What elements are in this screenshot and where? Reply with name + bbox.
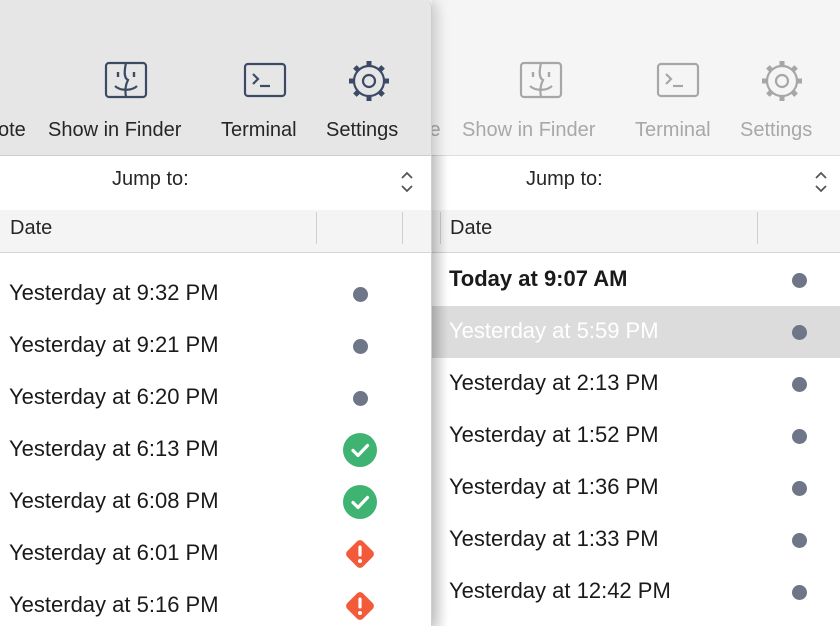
table-header: Date [432,210,840,253]
terminal-label: Terminal [221,119,297,141]
show-in-finder-label: Show in Finder [462,119,596,141]
foreground-window: ote Show in Finder Terminal Settings Jum… [0,0,432,626]
terminal-icon [655,58,701,104]
status-dot-icon [352,286,368,302]
table-header: Date [0,210,431,253]
table-row[interactable]: Yesterday at 12:42 PM [432,566,840,618]
table-row[interactable]: Yesterday at 6:20 PM [0,372,431,424]
column-date-header[interactable]: Date [450,217,492,240]
table-row[interactable]: Yesterday at 5:16 PM [0,580,431,626]
table-row[interactable]: Yesterday at 2:13 PM [432,358,840,410]
row-date: Yesterday at 1:36 PM [449,474,659,499]
terminal-label: Terminal [635,119,711,141]
show-in-finder-label: Show in Finder [48,119,182,141]
settings-label: Settings [740,119,813,141]
terminal-icon [242,58,288,104]
status-dot-icon [352,390,368,406]
toolbar-partial-label[interactable]: te [432,119,441,142]
jump-to-label: Jump to: [112,168,189,190]
table-row[interactable]: Yesterday at 5:59 PM [432,306,840,358]
row-date: Yesterday at 1:52 PM [449,422,659,447]
row-date: Yesterday at 9:32 PM [9,280,219,305]
column-date-header[interactable]: Date [10,217,52,240]
gear-icon [346,58,392,104]
status-dot-icon [791,272,807,288]
chevron-updown-icon [813,168,829,196]
status-dot-icon [791,324,807,340]
row-date: Yesterday at 6:20 PM [9,384,219,409]
column-separator [402,212,403,244]
row-date: Yesterday at 6:13 PM [9,436,219,461]
toolbar: te Show in Finder T [432,0,840,156]
table-row[interactable]: Today at 9:07 AM [432,254,840,306]
table-row[interactable]: Yesterday at 6:08 PM [0,476,431,528]
row-date: Yesterday at 5:16 PM [9,592,219,617]
finder-icon [518,58,564,104]
column-separator [757,212,758,244]
toolbar: ote Show in Finder Terminal Settings [0,0,431,156]
status-dot-icon [791,532,807,548]
status-dot-icon [791,376,807,392]
row-date: Yesterday at 6:08 PM [9,488,219,513]
status-dot-icon [791,480,807,496]
jump-to-label: Jump to: [526,168,603,190]
gear-icon [759,58,805,104]
background-window: te Show in Finder T [432,0,840,626]
row-date: Yesterday at 6:01 PM [9,540,219,565]
table-row[interactable]: Yesterday at 1:33 PM [432,514,840,566]
settings-label: Settings [326,119,399,141]
column-separator [316,212,317,244]
status-dot-icon [352,338,368,354]
row-date: Yesterday at 1:33 PM [449,526,659,551]
status-dot-icon [791,428,807,444]
finder-icon [103,58,149,104]
column-separator [440,212,441,244]
warning-diamond-icon [342,588,378,624]
jump-to-popup[interactable]: Jump to: [0,156,431,210]
table-row[interactable]: Yesterday at 1:52 PM [432,410,840,462]
table-row[interactable]: Yesterday at 9:21 PM [0,320,431,372]
warning-diamond-icon [342,536,378,572]
jump-to-popup[interactable]: Jump to: [432,156,840,210]
row-date: Today at 9:07 AM [449,266,628,291]
checkmark-circle-icon [343,485,377,519]
row-date: Yesterday at 2:13 PM [449,370,659,395]
table-row[interactable]: Yesterday at 6:01 PM [0,528,431,580]
row-date: Yesterday at 12:42 PM [449,578,671,603]
toolbar-partial-label[interactable]: ote [0,119,26,142]
row-date: Yesterday at 5:59 PM [449,318,659,343]
chevron-updown-icon [399,168,415,196]
table-row[interactable]: Yesterday at 1:36 PM [432,462,840,514]
checkmark-circle-icon [343,433,377,467]
row-date: Yesterday at 9:21 PM [9,332,219,357]
table-row[interactable]: Yesterday at 9:32 PM [0,268,431,320]
table-row[interactable]: Yesterday at 6:13 PM [0,424,431,476]
status-dot-icon [791,584,807,600]
